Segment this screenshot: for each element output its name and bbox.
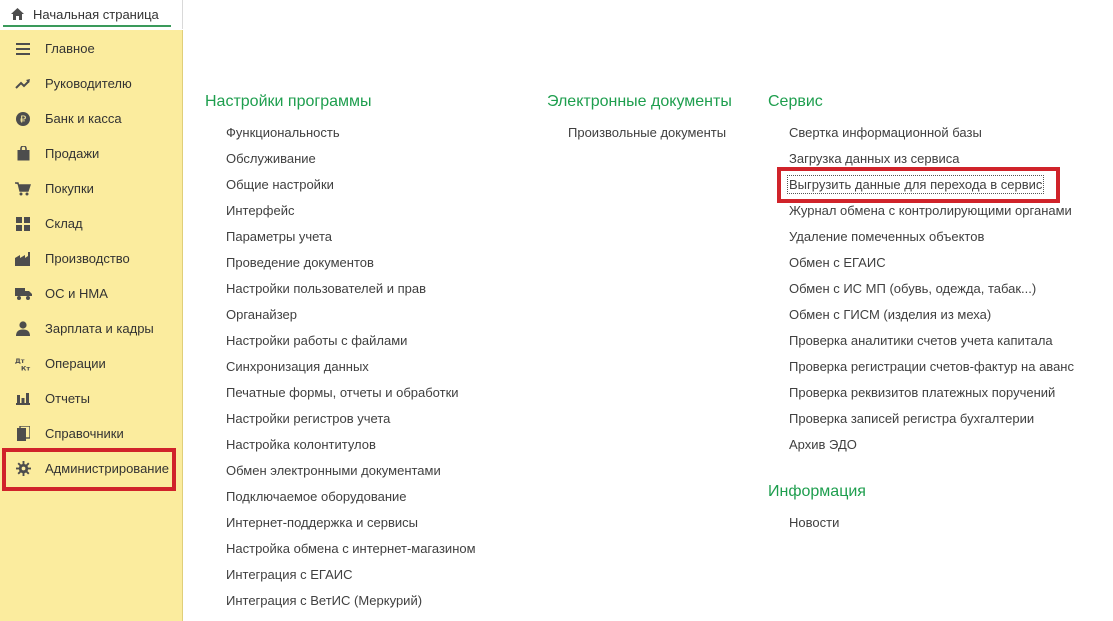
link-service-12[interactable]: Архив ЭДО: [789, 437, 857, 452]
main-panel: Настройки программы Функциональность Обс…: [184, 0, 1113, 621]
link-settings-8[interactable]: Настройки работы с файлами: [226, 333, 407, 348]
section-title-edocs: Электронные документы: [547, 93, 732, 110]
link-settings-0[interactable]: Функциональность: [226, 125, 340, 140]
sidebar-item-label: Продажи: [45, 146, 100, 161]
cart-icon: [14, 180, 32, 198]
section-title-settings: Настройки программы: [205, 93, 372, 110]
link-settings-12[interactable]: Настройка колонтитулов: [226, 437, 376, 452]
sidebar-item-label: Отчеты: [45, 391, 90, 406]
home-icon: [9, 6, 25, 22]
home-tab-bar: Начальная страница: [0, 0, 183, 29]
link-service-0[interactable]: Свертка информационной базы: [789, 125, 982, 140]
link-settings-4[interactable]: Параметры учета: [226, 229, 332, 244]
bar-chart-icon: [14, 390, 32, 408]
menu-lines-icon: [14, 40, 32, 58]
sidebar-item-operations[interactable]: Дт Кт Операции: [0, 346, 182, 381]
link-service-export-to-service[interactable]: Выгрузить данные для перехода в сервис: [786, 175, 1045, 194]
link-settings-9[interactable]: Синхронизация данных: [226, 359, 369, 374]
sidebar-item-administration[interactable]: Администрирование: [0, 451, 182, 486]
sidebar-item-label: Справочники: [45, 426, 124, 441]
link-service-10[interactable]: Проверка реквизитов платежных поручений: [789, 385, 1055, 400]
link-settings-15[interactable]: Интернет-поддержка и сервисы: [226, 515, 418, 530]
ruble-coin-icon: ₽: [14, 110, 32, 128]
sidebar-item-manager[interactable]: Руководителю: [0, 66, 182, 101]
sidebar-item-production[interactable]: Производство: [0, 241, 182, 276]
truck-icon: [14, 285, 32, 303]
section-title-service: Сервис: [768, 93, 823, 110]
link-edocs-0[interactable]: Произвольные документы: [568, 125, 726, 140]
link-service-6[interactable]: Обмен с ИС МП (обувь, одежда, табак...): [789, 281, 1036, 296]
warehouse-grid-icon: [14, 215, 32, 233]
link-service-11[interactable]: Проверка записей регистра бухгалтерии: [789, 411, 1034, 426]
link-settings-5[interactable]: Проведение документов: [226, 255, 374, 270]
link-settings-10[interactable]: Печатные формы, отчеты и обработки: [226, 385, 459, 400]
link-settings-6[interactable]: Настройки пользователей и прав: [226, 281, 426, 296]
section-title-info: Информация: [768, 483, 866, 500]
sidebar-item-label: Администрирование: [45, 461, 169, 476]
link-service-8[interactable]: Проверка аналитики счетов учета капитала: [789, 333, 1053, 348]
home-tab-label: Начальная страница: [33, 6, 159, 22]
link-settings-17[interactable]: Интеграция с ЕГАИС: [226, 567, 352, 582]
sidebar: Главное Руководителю ₽ Банк и касса Прод…: [0, 30, 183, 621]
link-settings-1[interactable]: Обслуживание: [226, 151, 316, 166]
sidebar-item-bank[interactable]: ₽ Банк и касса: [0, 101, 182, 136]
link-settings-2[interactable]: Общие настройки: [226, 177, 334, 192]
sidebar-item-label: Операции: [45, 356, 106, 371]
factory-icon: [14, 250, 32, 268]
link-settings-18[interactable]: Интеграция с ВетИС (Меркурий): [226, 593, 422, 608]
app-window: Начальная страница Главное Руководителю …: [0, 0, 1113, 621]
sidebar-item-label: Производство: [45, 251, 130, 266]
sidebar-item-label: Руководителю: [45, 76, 132, 91]
sidebar-item-directories[interactable]: Справочники: [0, 416, 182, 451]
link-service-4[interactable]: Удаление помеченных объектов: [789, 229, 984, 244]
link-service-5[interactable]: Обмен с ЕГАИС: [789, 255, 886, 270]
trend-up-icon: [14, 75, 32, 93]
sidebar-item-label: Зарплата и кадры: [45, 321, 154, 336]
home-tab[interactable]: Начальная страница: [3, 3, 171, 27]
sidebar-item-purchases[interactable]: Покупки: [0, 171, 182, 206]
link-settings-11[interactable]: Настройки регистров учета: [226, 411, 390, 426]
sidebar-item-warehouse[interactable]: Склад: [0, 206, 182, 241]
svg-text:₽: ₽: [20, 114, 27, 125]
link-service-3[interactable]: Журнал обмена с контролирующими органами: [789, 203, 1072, 218]
person-icon: [14, 320, 32, 338]
shopping-bag-icon: [14, 145, 32, 163]
sidebar-item-sales[interactable]: Продажи: [0, 136, 182, 171]
link-service-7[interactable]: Обмен с ГИСМ (изделия из меха): [789, 307, 991, 322]
link-info-news[interactable]: Новости: [789, 515, 839, 530]
link-settings-14[interactable]: Подключаемое оборудование: [226, 489, 407, 504]
sidebar-item-label: ОС и НМА: [45, 286, 108, 301]
sidebar-item-label: Склад: [45, 216, 83, 231]
sidebar-item-label: Банк и касса: [45, 111, 122, 126]
sidebar-item-main[interactable]: Главное: [0, 31, 182, 66]
sidebar-item-salary[interactable]: Зарплата и кадры: [0, 311, 182, 346]
link-settings-13[interactable]: Обмен электронными документами: [226, 463, 441, 478]
link-service-1[interactable]: Загрузка данных из сервиса: [789, 151, 960, 166]
debit-credit-icon: Дт Кт: [14, 355, 32, 373]
gear-icon: [14, 460, 32, 478]
sidebar-item-label: Покупки: [45, 181, 94, 196]
link-settings-3[interactable]: Интерфейс: [226, 203, 294, 218]
link-settings-16[interactable]: Настройка обмена с интернет-магазином: [226, 541, 476, 556]
books-icon: [14, 425, 32, 443]
sidebar-item-assets[interactable]: ОС и НМА: [0, 276, 182, 311]
sidebar-item-label: Главное: [45, 41, 95, 56]
sidebar-item-reports[interactable]: Отчеты: [0, 381, 182, 416]
link-service-9[interactable]: Проверка регистрации счетов-фактур на ав…: [789, 359, 1074, 374]
link-settings-7[interactable]: Органайзер: [226, 307, 297, 322]
svg-text:Кт: Кт: [21, 364, 30, 372]
